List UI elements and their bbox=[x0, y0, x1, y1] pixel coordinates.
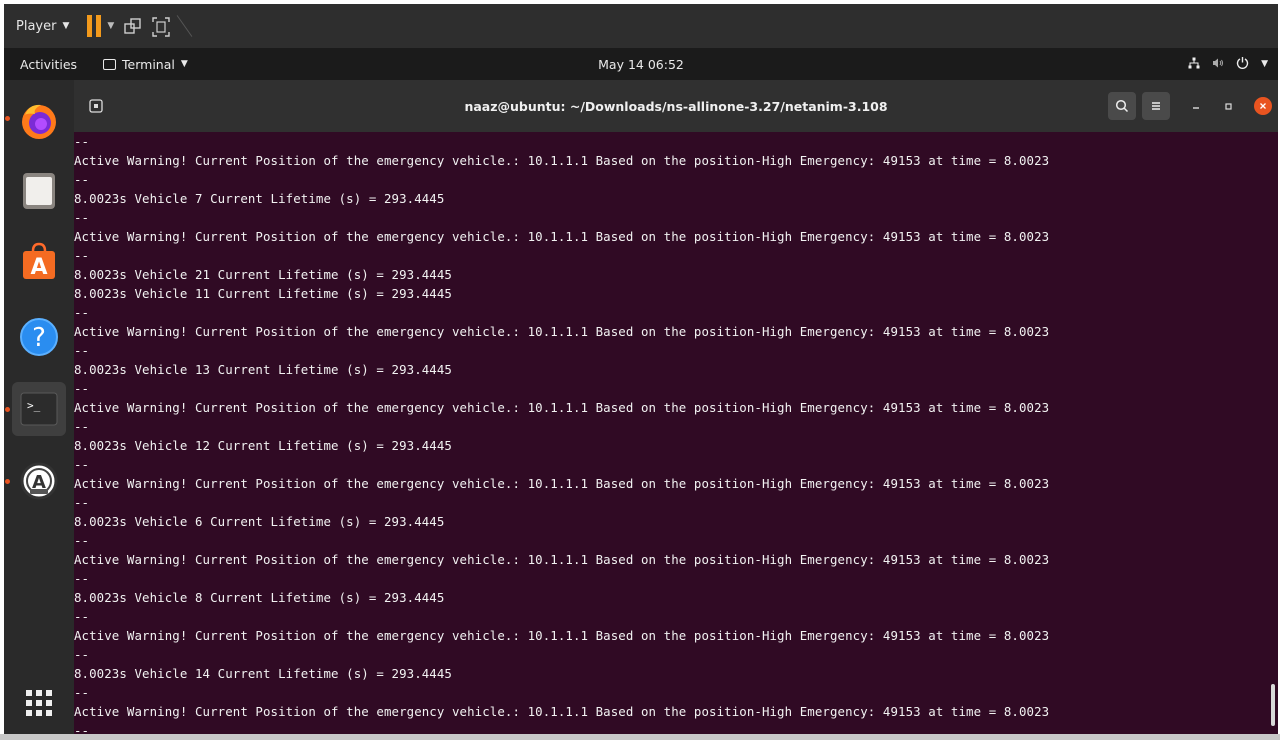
terminal-line: -- bbox=[74, 134, 90, 149]
minimize-button[interactable] bbox=[1184, 94, 1208, 118]
activities-button[interactable]: Activities bbox=[4, 57, 77, 72]
chevron-down-icon: ▼ bbox=[1261, 59, 1268, 69]
power-icon bbox=[1236, 56, 1249, 72]
terminal-line: -- bbox=[74, 210, 90, 225]
terminal-line: Active Warning! Current Position of the … bbox=[74, 229, 1050, 244]
maximize-button[interactable] bbox=[1216, 94, 1240, 118]
terminal-line: -- bbox=[74, 609, 90, 624]
terminal-icon[interactable]: >_ bbox=[12, 382, 66, 436]
terminal-line: -- bbox=[74, 495, 90, 510]
terminal-line: 8.0023s Vehicle 21 Current Lifetime (s) … bbox=[74, 267, 452, 282]
send-keys-icon[interactable] bbox=[124, 17, 142, 35]
scrollbar[interactable] bbox=[1271, 684, 1275, 726]
terminal-line: -- bbox=[74, 172, 90, 187]
terminal-line: -- bbox=[74, 343, 90, 358]
fullscreen-icon[interactable] bbox=[152, 17, 171, 37]
svg-text:?: ? bbox=[32, 323, 46, 353]
terminal-line: 8.0023s Vehicle 13 Current Lifetime (s) … bbox=[74, 362, 452, 377]
dock: A ? >_ A bbox=[4, 80, 74, 738]
chevron-down-icon[interactable]: ▼ bbox=[107, 21, 114, 31]
terminal-line: 8.0023s Vehicle 8 Current Lifetime (s) =… bbox=[74, 590, 445, 605]
terminal-line: -- bbox=[74, 647, 90, 662]
terminal-line: -- bbox=[74, 457, 90, 472]
terminal-line: Active Warning! Current Position of the … bbox=[74, 400, 1050, 415]
terminal-line: Active Warning! Current Position of the … bbox=[74, 552, 1050, 567]
firefox-icon[interactable] bbox=[12, 94, 66, 148]
player-menu-label: Player bbox=[16, 18, 57, 34]
volume-icon bbox=[1212, 57, 1224, 72]
terminal-line: Active Warning! Current Position of the … bbox=[74, 704, 1050, 719]
minimize-icon bbox=[1193, 107, 1199, 109]
terminal-window: naaz@ubuntu: ~/Downloads/ns-allinone-3.2… bbox=[74, 80, 1278, 738]
clock[interactable]: May 14 06:52 bbox=[598, 57, 684, 72]
svg-text:A: A bbox=[30, 255, 47, 280]
system-tray[interactable]: ▼ bbox=[1188, 56, 1268, 72]
terminal-output[interactable]: -- Active Warning! Current Position of th… bbox=[74, 132, 1264, 738]
terminal-line: Active Warning! Current Position of the … bbox=[74, 476, 1050, 491]
menu-button[interactable] bbox=[1142, 92, 1170, 120]
bottom-strip bbox=[0, 734, 1280, 740]
svg-text:>_: >_ bbox=[27, 399, 41, 412]
terminal-line: 8.0023s Vehicle 11 Current Lifetime (s) … bbox=[74, 286, 452, 301]
terminal-line: 8.0023s Vehicle 7 Current Lifetime (s) =… bbox=[74, 191, 445, 206]
desktop-top-bar: Activities Terminal ▼ May 14 06:52 ▼ bbox=[4, 48, 1278, 80]
terminal-line: -- bbox=[74, 305, 90, 320]
software-updater-icon[interactable]: A bbox=[12, 454, 66, 508]
chevron-down-icon: ▼ bbox=[180, 59, 188, 69]
terminal-line: 8.0023s Vehicle 12 Current Lifetime (s) … bbox=[74, 438, 452, 453]
terminal-line: Active Warning! Current Position of the … bbox=[74, 628, 1050, 643]
close-button[interactable] bbox=[1254, 97, 1272, 115]
terminal-line: Active Warning! Current Position of the … bbox=[74, 324, 1050, 339]
running-indicator bbox=[5, 116, 10, 121]
search-button[interactable] bbox=[1108, 92, 1136, 120]
help-icon[interactable]: ? bbox=[12, 310, 66, 364]
terminal-line: Active Warning! Current Position of the … bbox=[74, 153, 1050, 168]
maximize-icon bbox=[1225, 103, 1232, 110]
app-menu[interactable]: Terminal ▼ bbox=[103, 57, 188, 72]
terminal-line: -- bbox=[74, 381, 90, 396]
show-applications-icon[interactable] bbox=[12, 676, 66, 730]
terminal-line: 8.0023s Vehicle 14 Current Lifetime (s) … bbox=[74, 666, 452, 681]
close-icon bbox=[1260, 103, 1266, 109]
chevron-down-icon: ▼ bbox=[62, 21, 70, 31]
running-indicator bbox=[5, 479, 10, 484]
terminal-icon bbox=[103, 58, 117, 70]
vm-player-window: Player ▼ ▼ Activities Terminal ▼ May 14 … bbox=[4, 4, 1278, 738]
software-store-icon[interactable]: A bbox=[12, 234, 66, 288]
terminal-line: -- bbox=[74, 571, 90, 586]
terminal-title: naaz@ubuntu: ~/Downloads/ns-allinone-3.2… bbox=[464, 98, 888, 114]
toolbar-divider bbox=[176, 15, 193, 37]
network-icon bbox=[1188, 57, 1200, 72]
terminal-line: -- bbox=[74, 685, 90, 700]
hamburger-icon bbox=[1152, 102, 1160, 110]
player-menu[interactable]: Player ▼ bbox=[4, 19, 69, 34]
pause-icon[interactable] bbox=[87, 15, 102, 37]
search-icon bbox=[1115, 99, 1129, 113]
files-icon[interactable] bbox=[12, 164, 66, 218]
terminal-header-bar: naaz@ubuntu: ~/Downloads/ns-allinone-3.2… bbox=[74, 80, 1278, 132]
terminal-line: -- bbox=[74, 533, 90, 548]
terminal-line: -- bbox=[74, 248, 90, 263]
terminal-line: -- bbox=[74, 419, 90, 434]
app-menu-label: Terminal bbox=[122, 56, 175, 72]
running-indicator bbox=[5, 407, 10, 412]
terminal-line: 8.0023s Vehicle 6 Current Lifetime (s) =… bbox=[74, 514, 445, 529]
player-toolbar: Player ▼ ▼ bbox=[4, 4, 1278, 48]
